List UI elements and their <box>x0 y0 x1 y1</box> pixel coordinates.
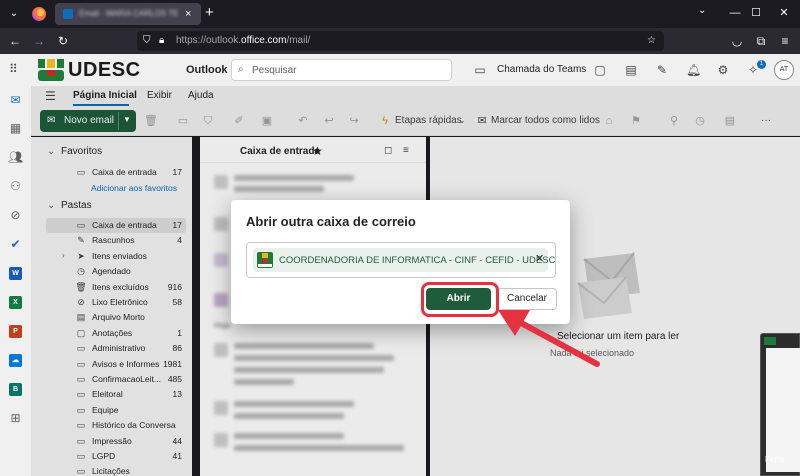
forward-arrow-icon[interactable]: → <box>32 34 46 48</box>
more-apps-icon[interactable]: ⊞ <box>8 411 23 426</box>
tab-title: Email - MARIA CARLOS TESTE <box>79 9 179 18</box>
attachment-icon[interactable]: ⊘ <box>8 208 23 223</box>
search-icon: ⌕ <box>238 64 244 75</box>
todo-icon[interactable]: ✔ <box>8 237 23 252</box>
extensions-icon[interactable]: ⧉ <box>754 34 768 48</box>
excel-app-icon[interactable]: X <box>9 296 22 309</box>
shield-icon[interactable]: ⛉ <box>143 35 151 47</box>
word-app-icon[interactable]: W <box>9 267 22 280</box>
url-text[interactable]: https://outlook.office.com/mail/ <box>176 35 310 47</box>
udesc-logo-text: UDESC <box>68 59 141 81</box>
bookmark-star-icon[interactable]: ☆ <box>647 35 656 47</box>
app-name[interactable]: Outlook <box>186 64 228 76</box>
tab-overflow-icon[interactable]: ⌄ <box>698 5 706 16</box>
remove-mailbox-icon[interactable]: ✕ <box>535 253 544 265</box>
udesc-mailbox-logo-icon <box>257 252 273 268</box>
annotation-highlight <box>421 282 499 317</box>
notification-badge: 1 <box>757 60 766 69</box>
back-arrow-icon[interactable]: ← <box>8 34 22 48</box>
app-rail: ✉ ▦ 👥︎ ⚇ ⊘ ✔ W X P ☁ B ⊞ <box>0 86 31 476</box>
search-input[interactable]: ⌕ Pesquisar <box>231 59 452 81</box>
list-all-tabs-icon[interactable]: ⌄ <box>8 8 20 20</box>
bookings-app-icon[interactable]: B <box>9 383 22 396</box>
mailbox-name: COORDENADORIA DE INFORMATICA - CINF - CE… <box>279 255 556 266</box>
teams-call-button[interactable]: Chamada do Teams <box>497 64 586 75</box>
browser-navbar: ← → ↻ ⛉ 🔒︎ https://outlook.office.com/ma… <box>0 28 800 54</box>
browser-tab[interactable]: Email - MARIA CARLOS TESTE × <box>55 3 201 25</box>
groups-icon[interactable]: ⚇ <box>8 179 23 194</box>
onedrive-app-icon[interactable]: ☁ <box>9 354 22 367</box>
preview-logo-icon <box>764 337 776 345</box>
app-menu-icon[interactable]: ≡ <box>778 34 792 48</box>
browser-tab-strip: ⌄ Email - MARIA CARLOS TESTE × + ⌄ — ☐ ✕ <box>0 0 800 28</box>
url-bar[interactable]: ⛉ 🔒︎ https://outlook.office.com/mail/ ☆ <box>137 31 664 51</box>
video-call-icon: ▭ <box>474 63 486 77</box>
outlook-header: ⠿ UDESC Outlook ⌕ Pesquisar ▭ Chamada do… <box>0 54 800 86</box>
word-icon[interactable]: ▤ <box>624 63 638 77</box>
firefox-logo-icon <box>32 7 46 21</box>
window-minimize-button[interactable]: — <box>727 6 743 20</box>
url-domain: office.com <box>241 35 287 46</box>
pocket-icon[interactable]: ◡ <box>730 34 744 48</box>
app-launcher-icon[interactable]: ⠿ <box>9 63 21 75</box>
calendar-icon[interactable]: ▦ <box>8 121 23 136</box>
mailbox-input[interactable]: COORDENADORIA DE INFORMATICA - CINF - CE… <box>246 242 556 278</box>
dialog-title: Abrir outra caixa de correio <box>246 214 416 229</box>
window-maximize-button[interactable]: ☐ <box>748 6 764 20</box>
taskbar-caption: Ferra <box>765 455 785 464</box>
people-icon[interactable]: 👥︎ <box>8 150 23 165</box>
notes-icon[interactable]: ✎ <box>655 63 669 77</box>
chat-icon[interactable]: ▢ <box>593 63 607 77</box>
open-mailbox-dialog: Abrir outra caixa de correio COORDENADOR… <box>231 200 570 324</box>
udesc-logo-icon <box>38 59 64 81</box>
gear-icon[interactable]: ⚙ <box>716 63 730 77</box>
lock-icon[interactable]: 🔒︎ <box>159 35 164 47</box>
search-placeholder: Pesquisar <box>252 65 297 76</box>
reload-icon[interactable]: ↻ <box>56 34 70 48</box>
mailbox-pill[interactable]: COORDENADORIA DE INFORMATICA - CINF - CE… <box>253 248 555 272</box>
outlook-favicon-icon <box>63 9 73 19</box>
powerpoint-app-icon[interactable]: P <box>9 325 22 338</box>
preview-window <box>766 348 800 472</box>
new-tab-button[interactable]: + <box>205 5 214 21</box>
mail-icon[interactable]: ✉ <box>8 93 23 108</box>
url-path: /mail/ <box>286 35 311 46</box>
tab-close-icon[interactable]: × <box>185 8 191 20</box>
avatar[interactable]: AT <box>774 60 794 80</box>
url-prefix: https://outlook. <box>176 35 242 46</box>
cancel-button[interactable]: Cancelar <box>497 288 557 310</box>
window-close-button[interactable]: ✕ <box>776 6 792 20</box>
bell-icon[interactable]: 🔔︎ <box>686 63 701 77</box>
